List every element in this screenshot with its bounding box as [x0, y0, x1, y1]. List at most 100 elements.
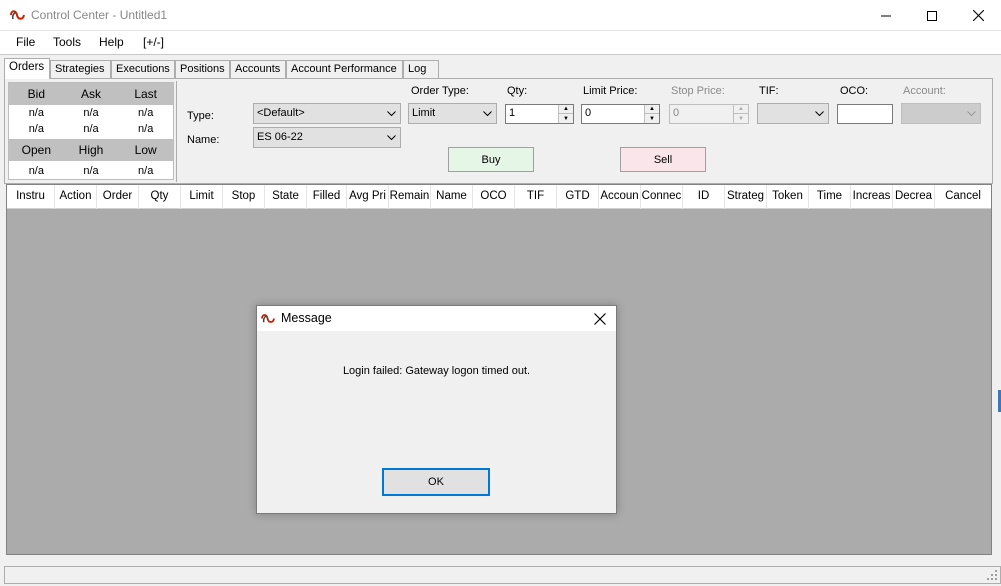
minimize-button[interactable]: [863, 0, 909, 31]
quote-header-bid-ask-last: Bid Ask Last: [9, 83, 173, 105]
quote-value: n/a: [28, 165, 44, 177]
column-header-id[interactable]: ID: [683, 185, 725, 209]
column-header-remaining[interactable]: Remain: [389, 185, 431, 209]
type-label: Type:: [187, 110, 214, 122]
ok-button[interactable]: OK: [382, 468, 490, 496]
order-type-select[interactable]: Limit: [408, 103, 497, 124]
tab-log[interactable]: Log: [403, 60, 439, 79]
limit-price-spin-buttons[interactable]: ▲ ▼: [644, 105, 659, 123]
limit-price-value: 0: [585, 107, 592, 119]
menu-help[interactable]: Help: [99, 35, 124, 49]
account-label: Account:: [903, 85, 946, 97]
column-header-limit[interactable]: Limit: [181, 185, 223, 209]
column-header-qty[interactable]: Qty: [139, 185, 181, 209]
spin-up-icon[interactable]: ▲: [559, 105, 573, 114]
quote-value: n/a: [83, 107, 99, 119]
spin-up-icon[interactable]: ▲: [645, 105, 659, 114]
quote-row: n/a n/a n/a: [9, 105, 173, 121]
type-select[interactable]: <Default>: [253, 103, 401, 124]
status-bar: [4, 566, 1001, 584]
column-header-cancel[interactable]: Cancel: [935, 185, 991, 209]
column-header-oco[interactable]: OCO: [473, 185, 515, 209]
tab-strategies[interactable]: Strategies: [50, 60, 111, 79]
tab-executions[interactable]: Executions: [111, 60, 175, 79]
spin-down-icon[interactable]: ▼: [734, 114, 748, 123]
column-header-strategy[interactable]: Strateg: [725, 185, 767, 209]
stop-price-spin-buttons[interactable]: ▲ ▼: [733, 105, 748, 123]
column-header-gtd[interactable]: GTD: [557, 185, 599, 209]
quote-row: n/a n/a n/a: [9, 121, 173, 137]
tab-accounts[interactable]: Accounts: [230, 60, 286, 79]
title-bar: Control Center - Untitled1: [0, 0, 1001, 31]
quote-value: n/a: [28, 107, 44, 119]
stop-price-label: Stop Price:: [671, 85, 725, 97]
column-header-order[interactable]: Order: [97, 185, 139, 209]
quote-label-bid: Bid: [27, 87, 45, 101]
quote-label-high: High: [78, 143, 104, 157]
close-icon: [594, 313, 606, 325]
column-header-connection[interactable]: Connec: [641, 185, 683, 209]
column-header-account[interactable]: Accoun: [599, 185, 641, 209]
column-header-filled[interactable]: Filled: [307, 185, 347, 209]
message-dialog: Message Login failed: Gateway logon time…: [256, 305, 617, 514]
grid-header: Instru Action Order Qty Limit Stop State…: [7, 185, 991, 209]
oco-input[interactable]: [837, 104, 893, 124]
spin-down-icon[interactable]: ▼: [559, 114, 573, 123]
quote-label-open: Open: [21, 143, 52, 157]
buy-button[interactable]: Buy: [448, 147, 534, 172]
quote-label-low: Low: [134, 143, 157, 157]
column-header-time[interactable]: Time: [809, 185, 851, 209]
column-header-action[interactable]: Action: [55, 185, 97, 209]
menu-tools[interactable]: Tools: [53, 35, 81, 49]
column-header-avg-price[interactable]: Avg Pri: [347, 185, 389, 209]
chevron-down-icon: [967, 111, 976, 117]
maximize-button[interactable]: [909, 0, 955, 31]
quote-value: n/a: [138, 123, 154, 135]
column-header-token[interactable]: Token: [767, 185, 809, 209]
column-header-state[interactable]: State: [265, 185, 307, 209]
quote-header-open-high-low: Open High Low: [9, 139, 173, 161]
column-header-decrease[interactable]: Decrea: [893, 185, 935, 209]
resize-grip-icon[interactable]: [986, 569, 998, 581]
chevron-down-icon: [815, 111, 824, 117]
limit-price-label: Limit Price:: [583, 85, 638, 97]
stop-price-stepper[interactable]: 0 ▲ ▼: [669, 104, 749, 124]
close-window-button[interactable]: [955, 0, 1001, 31]
dialog-title-bar: Message: [257, 306, 616, 331]
quote-row: n/a n/a n/a: [9, 163, 173, 179]
window-title: Control Center - Untitled1: [31, 8, 168, 22]
quote-value: n/a: [138, 107, 154, 119]
tif-select[interactable]: [757, 103, 829, 124]
qty-spin-buttons[interactable]: ▲ ▼: [558, 105, 573, 123]
quote-value: n/a: [28, 123, 44, 135]
close-icon: [972, 10, 984, 21]
tab-account-performance[interactable]: Account Performance: [286, 60, 403, 79]
tab-strip: Orders Strategies Executions Positions A…: [4, 58, 999, 79]
stop-price-value: 0: [673, 107, 680, 119]
spin-up-icon[interactable]: ▲: [734, 105, 748, 114]
dialog-close-button[interactable]: [591, 310, 609, 328]
tif-label: TIF:: [759, 85, 779, 97]
limit-price-stepper[interactable]: 0 ▲ ▼: [581, 104, 660, 124]
order-type-label: Order Type:: [411, 85, 469, 97]
account-select[interactable]: [901, 103, 981, 124]
column-header-increase[interactable]: Increas: [851, 185, 893, 209]
sell-button[interactable]: Sell: [620, 147, 706, 172]
chevron-down-icon: [483, 111, 492, 117]
tab-orders[interactable]: Orders: [4, 58, 50, 79]
menu-file[interactable]: File: [16, 35, 35, 49]
oco-label: OCO:: [840, 85, 869, 97]
app-logo-icon: [261, 314, 275, 323]
quote-label-ask: Ask: [81, 87, 102, 101]
spin-down-icon[interactable]: ▼: [645, 114, 659, 123]
column-header-name[interactable]: Name: [431, 185, 473, 209]
type-select-value: <Default>: [257, 107, 305, 119]
name-select[interactable]: ES 06-22: [253, 127, 401, 148]
menu-toggle[interactable]: [+/-]: [143, 35, 164, 49]
column-header-instrument[interactable]: Instru: [7, 185, 55, 209]
column-header-tif[interactable]: TIF: [515, 185, 557, 209]
quote-value: n/a: [138, 165, 154, 177]
column-header-stop[interactable]: Stop: [223, 185, 265, 209]
qty-stepper[interactable]: 1 ▲ ▼: [505, 104, 574, 124]
tab-positions[interactable]: Positions: [175, 60, 230, 79]
